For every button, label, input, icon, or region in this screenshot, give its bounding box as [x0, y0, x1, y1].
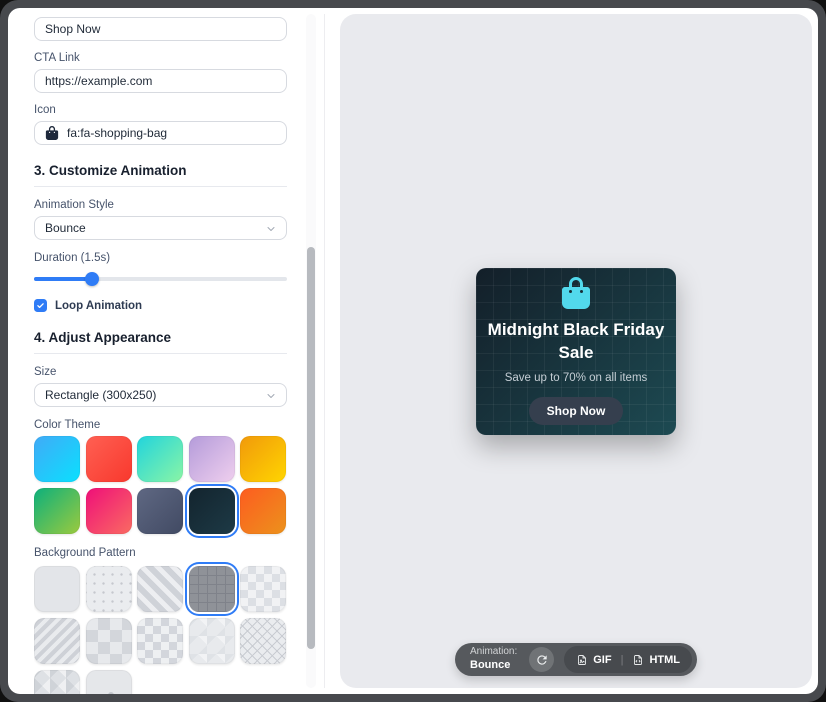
- animation-status: Animation: Bounce: [470, 646, 519, 672]
- pattern-diamond-checker[interactable]: [240, 566, 286, 612]
- color-theme-midnight[interactable]: [189, 488, 235, 534]
- pattern-thin-stripes[interactable]: [34, 618, 80, 664]
- appearance-section-title: 4. Adjust Appearance: [34, 330, 287, 345]
- preview-panel: Midnight Black Friday Sale Save up to 70…: [340, 14, 812, 688]
- banner-preview: Midnight Black Friday Sale Save up to 70…: [476, 268, 676, 435]
- toolbar-separator: |: [621, 654, 624, 666]
- icon-field-label: Icon: [34, 104, 287, 116]
- chevron-down-icon: [265, 223, 277, 235]
- file-code-icon: [632, 654, 644, 666]
- loop-animation-row[interactable]: Loop Animation: [34, 299, 287, 312]
- duration-slider-fill: [34, 277, 92, 281]
- settings-sidebar: CTA Link Icon 3. Customize Animation Ani…: [34, 8, 287, 694]
- animation-style-select[interactable]: Bounce: [34, 216, 287, 240]
- file-image-icon: [576, 654, 588, 666]
- color-theme-lavender[interactable]: [189, 436, 235, 482]
- banner-cta-button[interactable]: Shop Now: [529, 397, 624, 425]
- pattern-diagonal-stripes[interactable]: [137, 566, 183, 612]
- color-theme-grid: [34, 436, 287, 534]
- animation-section-title: 3. Customize Animation: [34, 163, 287, 178]
- duration-slider-thumb[interactable]: [85, 272, 99, 286]
- pattern-sparse-diamonds[interactable]: [86, 670, 132, 694]
- app-frame: CTA Link Icon 3. Customize Animation Ani…: [0, 0, 826, 702]
- shopping-bag-icon: [560, 277, 592, 309]
- size-select[interactable]: Rectangle (300x250): [34, 383, 287, 407]
- size-value: Rectangle (300x250): [45, 388, 156, 402]
- loop-animation-label: Loop Animation: [55, 300, 142, 312]
- export-html-button[interactable]: HTML: [632, 654, 680, 666]
- color-theme-pink[interactable]: [86, 488, 132, 534]
- section-divider: [34, 186, 287, 187]
- preview-toolbar: Animation: Bounce GIF | HT: [455, 643, 697, 676]
- background-pattern-label: Background Pattern: [34, 547, 287, 559]
- loop-animation-checkbox[interactable]: [34, 299, 47, 312]
- export-gif-button[interactable]: GIF: [576, 654, 611, 666]
- duration-label: Duration (1.5s): [34, 252, 287, 264]
- export-gif-label: GIF: [593, 654, 611, 666]
- color-theme-teal-green[interactable]: [137, 436, 183, 482]
- color-theme-label: Color Theme: [34, 419, 287, 431]
- color-theme-blue-cyan[interactable]: [34, 436, 80, 482]
- color-theme-slate[interactable]: [137, 488, 183, 534]
- pattern-large-diamonds[interactable]: [86, 618, 132, 664]
- banner-subtitle: Save up to 70% on all items: [505, 372, 648, 384]
- pattern-facets[interactable]: [189, 618, 235, 664]
- color-theme-red[interactable]: [86, 436, 132, 482]
- animation-status-value: Bounce: [470, 659, 517, 673]
- cta-text-input[interactable]: [34, 17, 287, 41]
- color-theme-orange[interactable]: [240, 488, 286, 534]
- refresh-button[interactable]: [529, 647, 554, 672]
- pattern-solid[interactable]: [34, 566, 80, 612]
- color-theme-green-lime[interactable]: [34, 488, 80, 534]
- pattern-crosshatch[interactable]: [240, 618, 286, 664]
- refresh-icon: [535, 653, 549, 667]
- animation-style-label: Animation Style: [34, 199, 287, 211]
- pattern-pyramids[interactable]: [34, 670, 80, 694]
- animation-status-label: Animation:: [470, 646, 517, 659]
- banner-title: Midnight Black Friday Sale: [478, 319, 674, 365]
- pattern-checkerboard[interactable]: [137, 618, 183, 664]
- pattern-dots[interactable]: [86, 566, 132, 612]
- export-group: GIF | HTML: [564, 646, 692, 673]
- background-pattern-grid: [34, 566, 287, 694]
- panel-divider: [324, 14, 325, 688]
- app-window: CTA Link Icon 3. Customize Animation Ani…: [8, 8, 818, 694]
- chevron-down-icon: [265, 390, 277, 402]
- size-label: Size: [34, 366, 287, 378]
- animation-style-value: Bounce: [45, 221, 86, 235]
- section-divider: [34, 353, 287, 354]
- shopping-bag-icon: [45, 126, 59, 140]
- icon-value-input[interactable]: [34, 121, 287, 145]
- cta-link-label: CTA Link: [34, 52, 287, 64]
- sidebar-scrollbar-thumb[interactable]: [307, 247, 315, 649]
- color-theme-amber-yellow[interactable]: [240, 436, 286, 482]
- cta-link-input[interactable]: [34, 69, 287, 93]
- pattern-grid[interactable]: [189, 566, 235, 612]
- export-html-label: HTML: [649, 654, 680, 666]
- duration-slider[interactable]: [34, 272, 287, 286]
